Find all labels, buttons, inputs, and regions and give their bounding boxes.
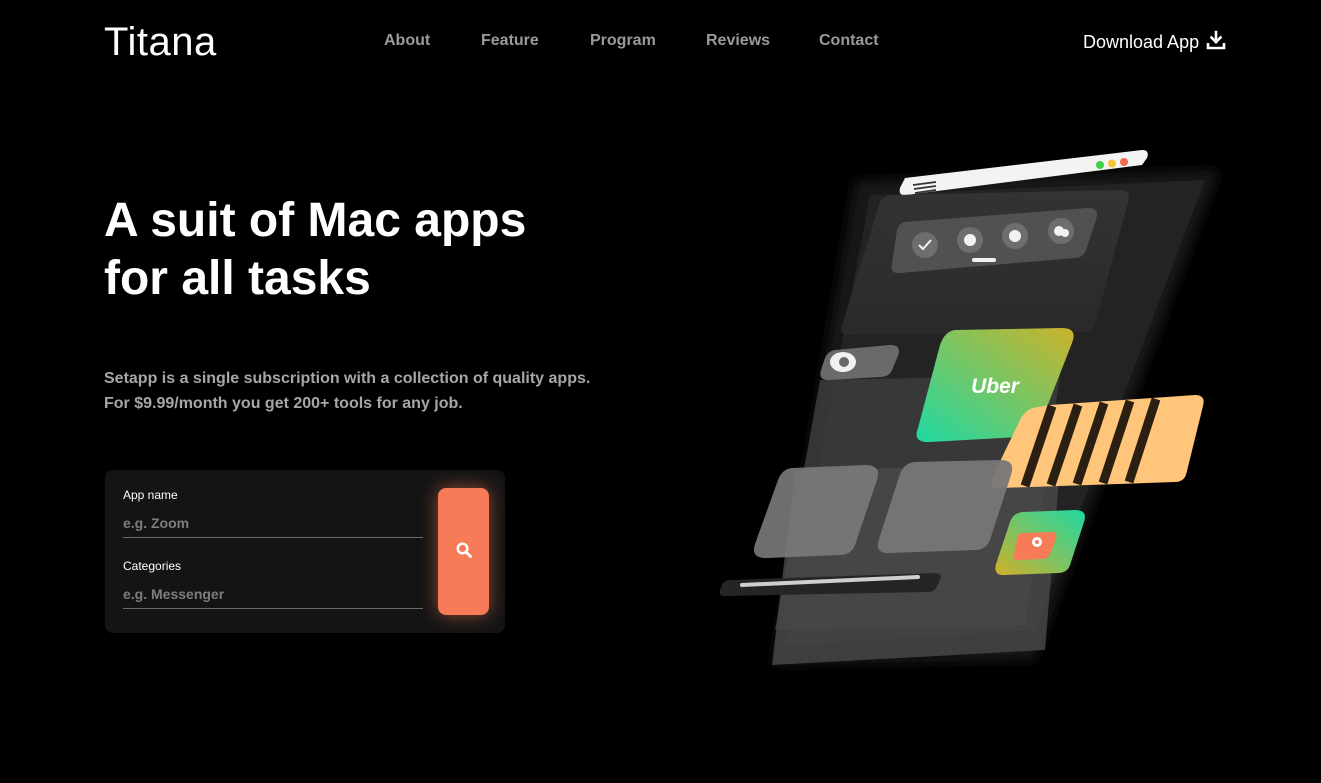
hero-headline-line2: for all tasks: [104, 252, 371, 305]
category-field: Categories: [123, 559, 423, 609]
download-app-label: Download App: [1083, 32, 1200, 52]
download-icon: [1206, 30, 1226, 55]
nav-contact[interactable]: Contact: [819, 32, 879, 50]
search-button[interactable]: [438, 488, 489, 615]
hero-subtitle: Setapp is a single subscription with a c…: [104, 366, 604, 416]
hero-subtitle-line1: Setapp is a single subscription with a c…: [104, 370, 591, 387]
search-icon: [455, 541, 473, 562]
search-form: App name Categories: [105, 470, 505, 633]
uber-label: Uber: [971, 375, 1021, 398]
nav-feature[interactable]: Feature: [481, 32, 539, 50]
logo[interactable]: Titana: [104, 19, 217, 65]
app-name-input[interactable]: [123, 508, 423, 538]
phone-illustration: Uber: [700, 140, 1240, 690]
nav-program[interactable]: Program: [590, 32, 656, 50]
hero-headline-line1: A suit of Mac apps: [104, 194, 527, 247]
app-name-field: App name: [123, 488, 423, 538]
control-panel-block: [841, 190, 1129, 335]
nav-about[interactable]: About: [384, 32, 430, 50]
download-app-button[interactable]: Download App: [1083, 30, 1226, 55]
category-label: Categories: [123, 559, 182, 573]
nav-reviews[interactable]: Reviews: [706, 32, 770, 50]
hero-headline: A suit of Mac apps for all tasks: [104, 192, 624, 308]
app-name-label: App name: [123, 488, 178, 502]
hero-subtitle-line2: For $9.99/month you get 200+ tools for a…: [104, 395, 463, 412]
category-input[interactable]: [123, 579, 423, 609]
landing-page: Titana About Feature Program Reviews Con…: [0, 0, 1321, 783]
